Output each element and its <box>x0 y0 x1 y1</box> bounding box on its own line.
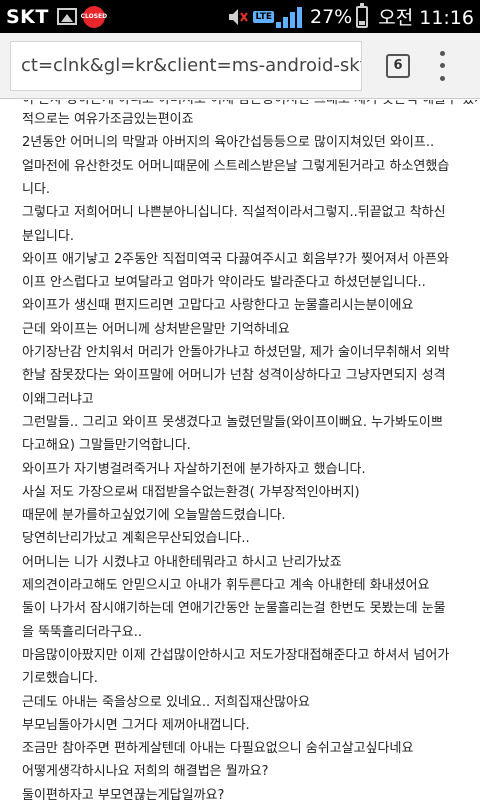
article-line: 사실 저도 가장으로써 대접받을수없는환경( 가부장적인아버지) <box>22 484 360 500</box>
article-line: 다고해요) 그말들만기억합니다. <box>22 438 191 454</box>
lte-badge: LTE <box>253 10 274 23</box>
battery-percent: 27% <box>310 5 353 28</box>
browser-toolbar: ct=clnk&gl=kr&client=ms-android-skt-kr 6 <box>0 33 480 99</box>
status-bar: SKT CLOSED LTE 27% 오전 11:16 <box>0 0 480 33</box>
tab-count: 6 <box>393 58 403 73</box>
image-icon <box>56 8 77 25</box>
article-line: 부모님돌아가시면 그거다 제꺼아내껍니다. <box>22 717 250 733</box>
article-line: 근데도 아내는 죽을상으로 있네요.. 저희집재산많아요 <box>22 694 310 710</box>
article-line: 기로했습니다. <box>22 671 98 687</box>
url-text[interactable]: ct=clnk&gl=kr&client=ms-android-skt-kr <box>21 55 361 76</box>
article-line: 얼마전에 유산한것도 어머니때문에 스트레스받은날 그렇게된거라고 하소연했습 <box>22 158 450 174</box>
article-line: 니다. <box>22 181 51 197</box>
article-line: 둘이 나가서 잠시얘기하는데 연애기간동안 눈물흘리는걸 한번도 못봤는데 눈물 <box>22 601 446 617</box>
battery-icon <box>356 2 369 28</box>
clock: 오전 11:16 <box>378 7 474 29</box>
app-badge-label: CLOSED <box>80 13 108 20</box>
article-line: 아기장난감 안치워서 머리가 안돌아가냐고 하셨던말, 제가 술이너무취해서 외… <box>22 345 450 360</box>
tabs-button[interactable]: 6 <box>386 53 410 78</box>
article-line: 한날 잠못잤다는 와이프말에 어머니가 넌참 성격이상하다고 그냥자면되지 성격 <box>22 368 446 384</box>
article-line: 당연히난리가났고 계획은무산되었습니다.. <box>22 531 250 547</box>
article-line: 와이프가 생신때 편지드리면 고맙다고 사랑한다고 눈물흘리시는분이에요 <box>22 298 414 314</box>
article-line: 와이프 애기낳고 2주동안 직접미역국 다끓여주시고 회음부?가 찢어져서 아픈… <box>22 251 449 267</box>
article-line: 분입니다. <box>22 228 74 244</box>
status-right: LTE 27% 오전 11:16 <box>227 2 474 30</box>
overflow-menu-button[interactable] <box>436 50 448 81</box>
app-icon: CLOSED <box>80 5 108 28</box>
signal-icon <box>276 6 304 28</box>
article-line: 근데 와이프는 어머니께 상처받은말만 기억하네요 <box>22 321 290 337</box>
article-line-partial: 이 혼자 상하는게 아니고 아버지도 이제 참는중이지만 그래도 제가 못본척 … <box>22 100 480 108</box>
article-line: 와이프가 자기병걸려죽거나 자살하기전에 분가하자고 했습니다. <box>22 461 366 477</box>
carrier-label: SKT <box>6 5 49 28</box>
article-content[interactable]: 이 혼자 상하는게 아니고 아버지도 이제 참는중이지만 그래도 제가 못본척 … <box>0 100 480 800</box>
article-line: 둘이편하자고 부모연끊는게답일까요? <box>22 787 225 800</box>
article-line: 마음많이아팠지만 이제 간섭많이안하시고 저도가장대접해준다고 하셔서 넘어가 <box>22 647 450 663</box>
article-line: 을 뚝뚝흘리더라구요.. <box>22 624 143 640</box>
article-line: 이왜그러냐고 <box>22 391 94 407</box>
article-line: 그런말들.. 그리고 와이프 못생겼다고 놀렸던말들(와이프이뻐요. 누가봐도이… <box>22 414 443 430</box>
article-line: 제의견이라고해도 안믿으시고 아내가 휘두른다고 계속 아내한테 화내셨어요 <box>22 578 430 593</box>
article-line: 때문에 분가를하고싶었기에 오늘말씀드렸습니다. <box>22 508 286 524</box>
url-field[interactable]: ct=clnk&gl=kr&client=ms-android-skt-kr <box>10 40 362 91</box>
article-line: 어머니는 니가 시켰냐고 아내한테뭐라고 하시고 난리가났죠 <box>22 554 342 570</box>
article-line: 2년동안 어머니의 막말과 아버지의 육아간섭등등으로 많이지쳐있던 와이프.. <box>22 135 435 151</box>
mute-icon <box>229 8 249 25</box>
article-line: 그렇다고 저희어머니 나쁜분아니십니다. 직설적이라서그렇지..뒤끝없고 착하신 <box>22 205 446 221</box>
article-line: 적으로는 여유가조금있는편이죠 <box>22 112 194 127</box>
article-line: 이프 안스럽다고 보여달라고 엄마가 약이라도 발라준다고 하셨던분입니다.. <box>22 275 426 291</box>
article-line: 조금만 참아주면 편하게살텐데 아내는 다필요없으니 숨쉬고살고싶다네요 <box>22 741 414 757</box>
article-line: 어떻게생각하시나요 저희의 해결법은 뭘까요? <box>22 764 269 780</box>
